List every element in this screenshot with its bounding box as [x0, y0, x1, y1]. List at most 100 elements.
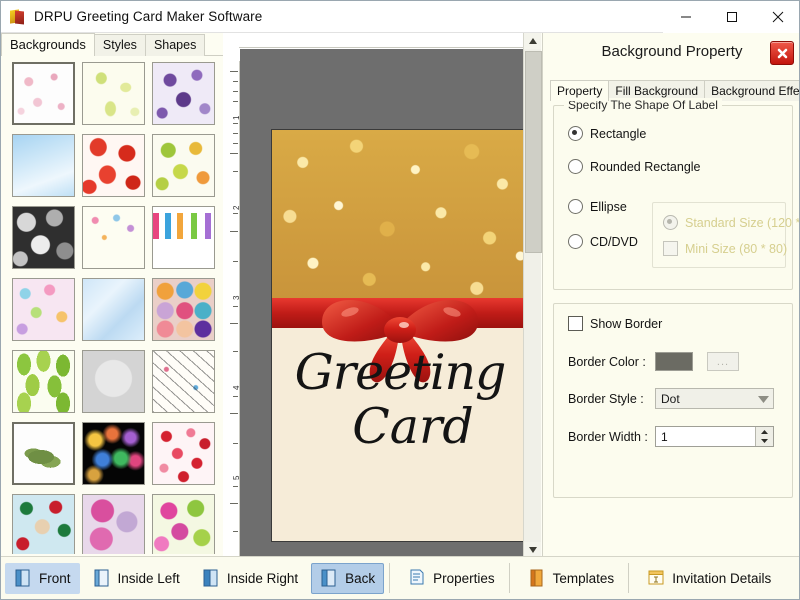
background-thumbnail[interactable]: [82, 62, 145, 125]
left-panel: Backgrounds Styles Shapes: [1, 33, 241, 558]
border-width-value: 1: [661, 429, 668, 444]
background-thumbnail[interactable]: [152, 494, 215, 554]
show-border-label: Show Border: [590, 316, 663, 331]
bottom-item-label: Templates: [552, 570, 615, 586]
tab-property[interactable]: Property: [550, 80, 610, 101]
background-thumbnail-grid: [5, 59, 219, 554]
background-thumbnail[interactable]: [12, 206, 75, 269]
background-thumbnail[interactable]: [12, 278, 75, 341]
window-controls: [663, 1, 799, 33]
card-canvas[interactable]: Greeting Card: [240, 49, 524, 558]
ruler-label: 5: [231, 475, 240, 480]
background-thumbnail-scroll-area: [5, 59, 237, 554]
maximize-icon[interactable]: [709, 1, 755, 33]
background-property-panel: Background Property Property Fill Backgr…: [542, 33, 799, 558]
bottom-item-inside-left[interactable]: Inside Left: [84, 563, 189, 594]
checkbox-show-border[interactable]: Show Border: [568, 316, 662, 331]
radio-indicator-icon: [568, 126, 583, 141]
background-thumbnail[interactable]: [12, 62, 75, 125]
bottom-item-label: Properties: [433, 570, 495, 586]
checkbox-indicator-icon: [663, 241, 678, 256]
background-thumbnail[interactable]: [152, 62, 215, 125]
border-group-box: Show Border Border Color : ... Border St…: [553, 303, 793, 498]
checkbox-indicator-icon: [568, 316, 583, 331]
border-color-swatch[interactable]: [655, 352, 693, 371]
bottom-item-properties[interactable]: Properties: [399, 563, 504, 594]
bottom-item-label: Invitation Details: [672, 570, 772, 586]
card-back-icon: [320, 569, 338, 587]
ruler-label: 3: [231, 295, 240, 300]
border-style-row: Border Style : Dot: [568, 388, 774, 409]
scrollbar-thumb[interactable]: [525, 51, 542, 253]
radio-standard-size: Standard Size (120 * 120): [663, 215, 800, 230]
window-title: DRPU Greeting Card Maker Software: [34, 9, 263, 24]
background-thumbnail[interactable]: [82, 494, 145, 554]
border-style-select[interactable]: Dot: [655, 388, 774, 409]
radio-cd-dvd[interactable]: CD/DVD: [568, 234, 638, 249]
background-thumbnail[interactable]: [12, 350, 75, 413]
background-thumbnail[interactable]: [82, 350, 145, 413]
radio-rounded-rectangle[interactable]: Rounded Rectangle: [568, 159, 701, 174]
border-color-browse-button[interactable]: ...: [707, 352, 739, 371]
templates-book-icon: [528, 569, 546, 587]
ruler-label: 2: [231, 205, 240, 210]
tab-shapes[interactable]: Shapes: [144, 34, 206, 56]
bottom-item-front[interactable]: Front: [5, 562, 80, 594]
background-thumbnail[interactable]: [82, 422, 145, 485]
stepper-down-icon[interactable]: [756, 437, 773, 447]
radio-label: Rounded Rectangle: [590, 159, 701, 174]
stepper-up-icon[interactable]: [756, 427, 773, 437]
stepper-arrows[interactable]: [755, 427, 773, 446]
close-icon[interactable]: [770, 41, 794, 65]
radio-ellipse[interactable]: Ellipse: [568, 199, 627, 214]
toolbar-divider: [389, 563, 391, 593]
greeting-card-preview[interactable]: Greeting Card: [271, 129, 524, 542]
canvas-scrollbar[interactable]: [523, 33, 542, 558]
close-icon[interactable]: [755, 1, 799, 33]
tab-backgrounds[interactable]: Backgrounds: [1, 33, 95, 56]
cd-size-group: Standard Size (120 * 120) Mini Size (80 …: [652, 202, 799, 268]
border-color-label: Border Color :: [568, 354, 646, 369]
radio-rectangle[interactable]: Rectangle: [568, 126, 646, 141]
bottom-toolbar: Front Inside Left Inside Right Back Prop…: [1, 556, 799, 599]
background-thumbnail[interactable]: [82, 206, 145, 269]
card-inside-left-icon: [93, 569, 111, 587]
bottom-item-label: Back: [345, 570, 376, 586]
card-title-line2: Card: [352, 397, 474, 455]
radio-indicator-icon: [663, 215, 678, 230]
bottom-item-label: Front: [39, 570, 71, 586]
ruler-label: 4: [231, 385, 240, 390]
background-thumbnail[interactable]: [12, 422, 75, 485]
properties-document-icon: [408, 569, 426, 587]
background-thumbnail[interactable]: [82, 134, 145, 197]
tab-styles[interactable]: Styles: [93, 34, 146, 56]
background-thumbnail[interactable]: [152, 206, 215, 269]
toolbar-divider: [628, 563, 630, 593]
bottom-item-invitation-details[interactable]: Invitation Details: [638, 563, 780, 594]
border-width-stepper[interactable]: 1: [655, 426, 774, 447]
checkbox-mini-size: Mini Size (80 * 80): [663, 241, 787, 256]
horizontal-ruler: [239, 33, 524, 48]
minimize-icon[interactable]: [663, 1, 709, 33]
background-thumbnail[interactable]: [152, 278, 215, 341]
bottom-item-inside-right[interactable]: Inside Right: [193, 563, 307, 594]
radio-indicator-icon: [568, 199, 583, 214]
bottom-item-back[interactable]: Back: [311, 562, 385, 594]
bottom-item-templates[interactable]: Templates: [519, 563, 624, 594]
bottom-item-label: Inside Right: [226, 570, 299, 586]
radio-label: Rectangle: [590, 126, 647, 141]
canvas-panel: 1 2 3 4 5 Greeting Card: [223, 33, 542, 558]
background-thumbnail[interactable]: [152, 350, 215, 413]
invitation-details-icon: [647, 569, 665, 587]
background-thumbnail[interactable]: [152, 422, 215, 485]
app-logo-icon: [10, 8, 26, 25]
background-thumbnail[interactable]: [152, 134, 215, 197]
radio-label: Standard Size (120 * 120): [685, 215, 800, 230]
scroll-up-arrow-icon[interactable]: [524, 33, 541, 49]
background-thumbnail[interactable]: [82, 278, 145, 341]
radio-label: Ellipse: [590, 199, 627, 214]
border-style-label: Border Style :: [568, 391, 644, 406]
background-thumbnail[interactable]: [12, 494, 75, 554]
background-thumbnail[interactable]: [12, 134, 75, 197]
card-title-text[interactable]: Greeting Card: [272, 348, 524, 452]
